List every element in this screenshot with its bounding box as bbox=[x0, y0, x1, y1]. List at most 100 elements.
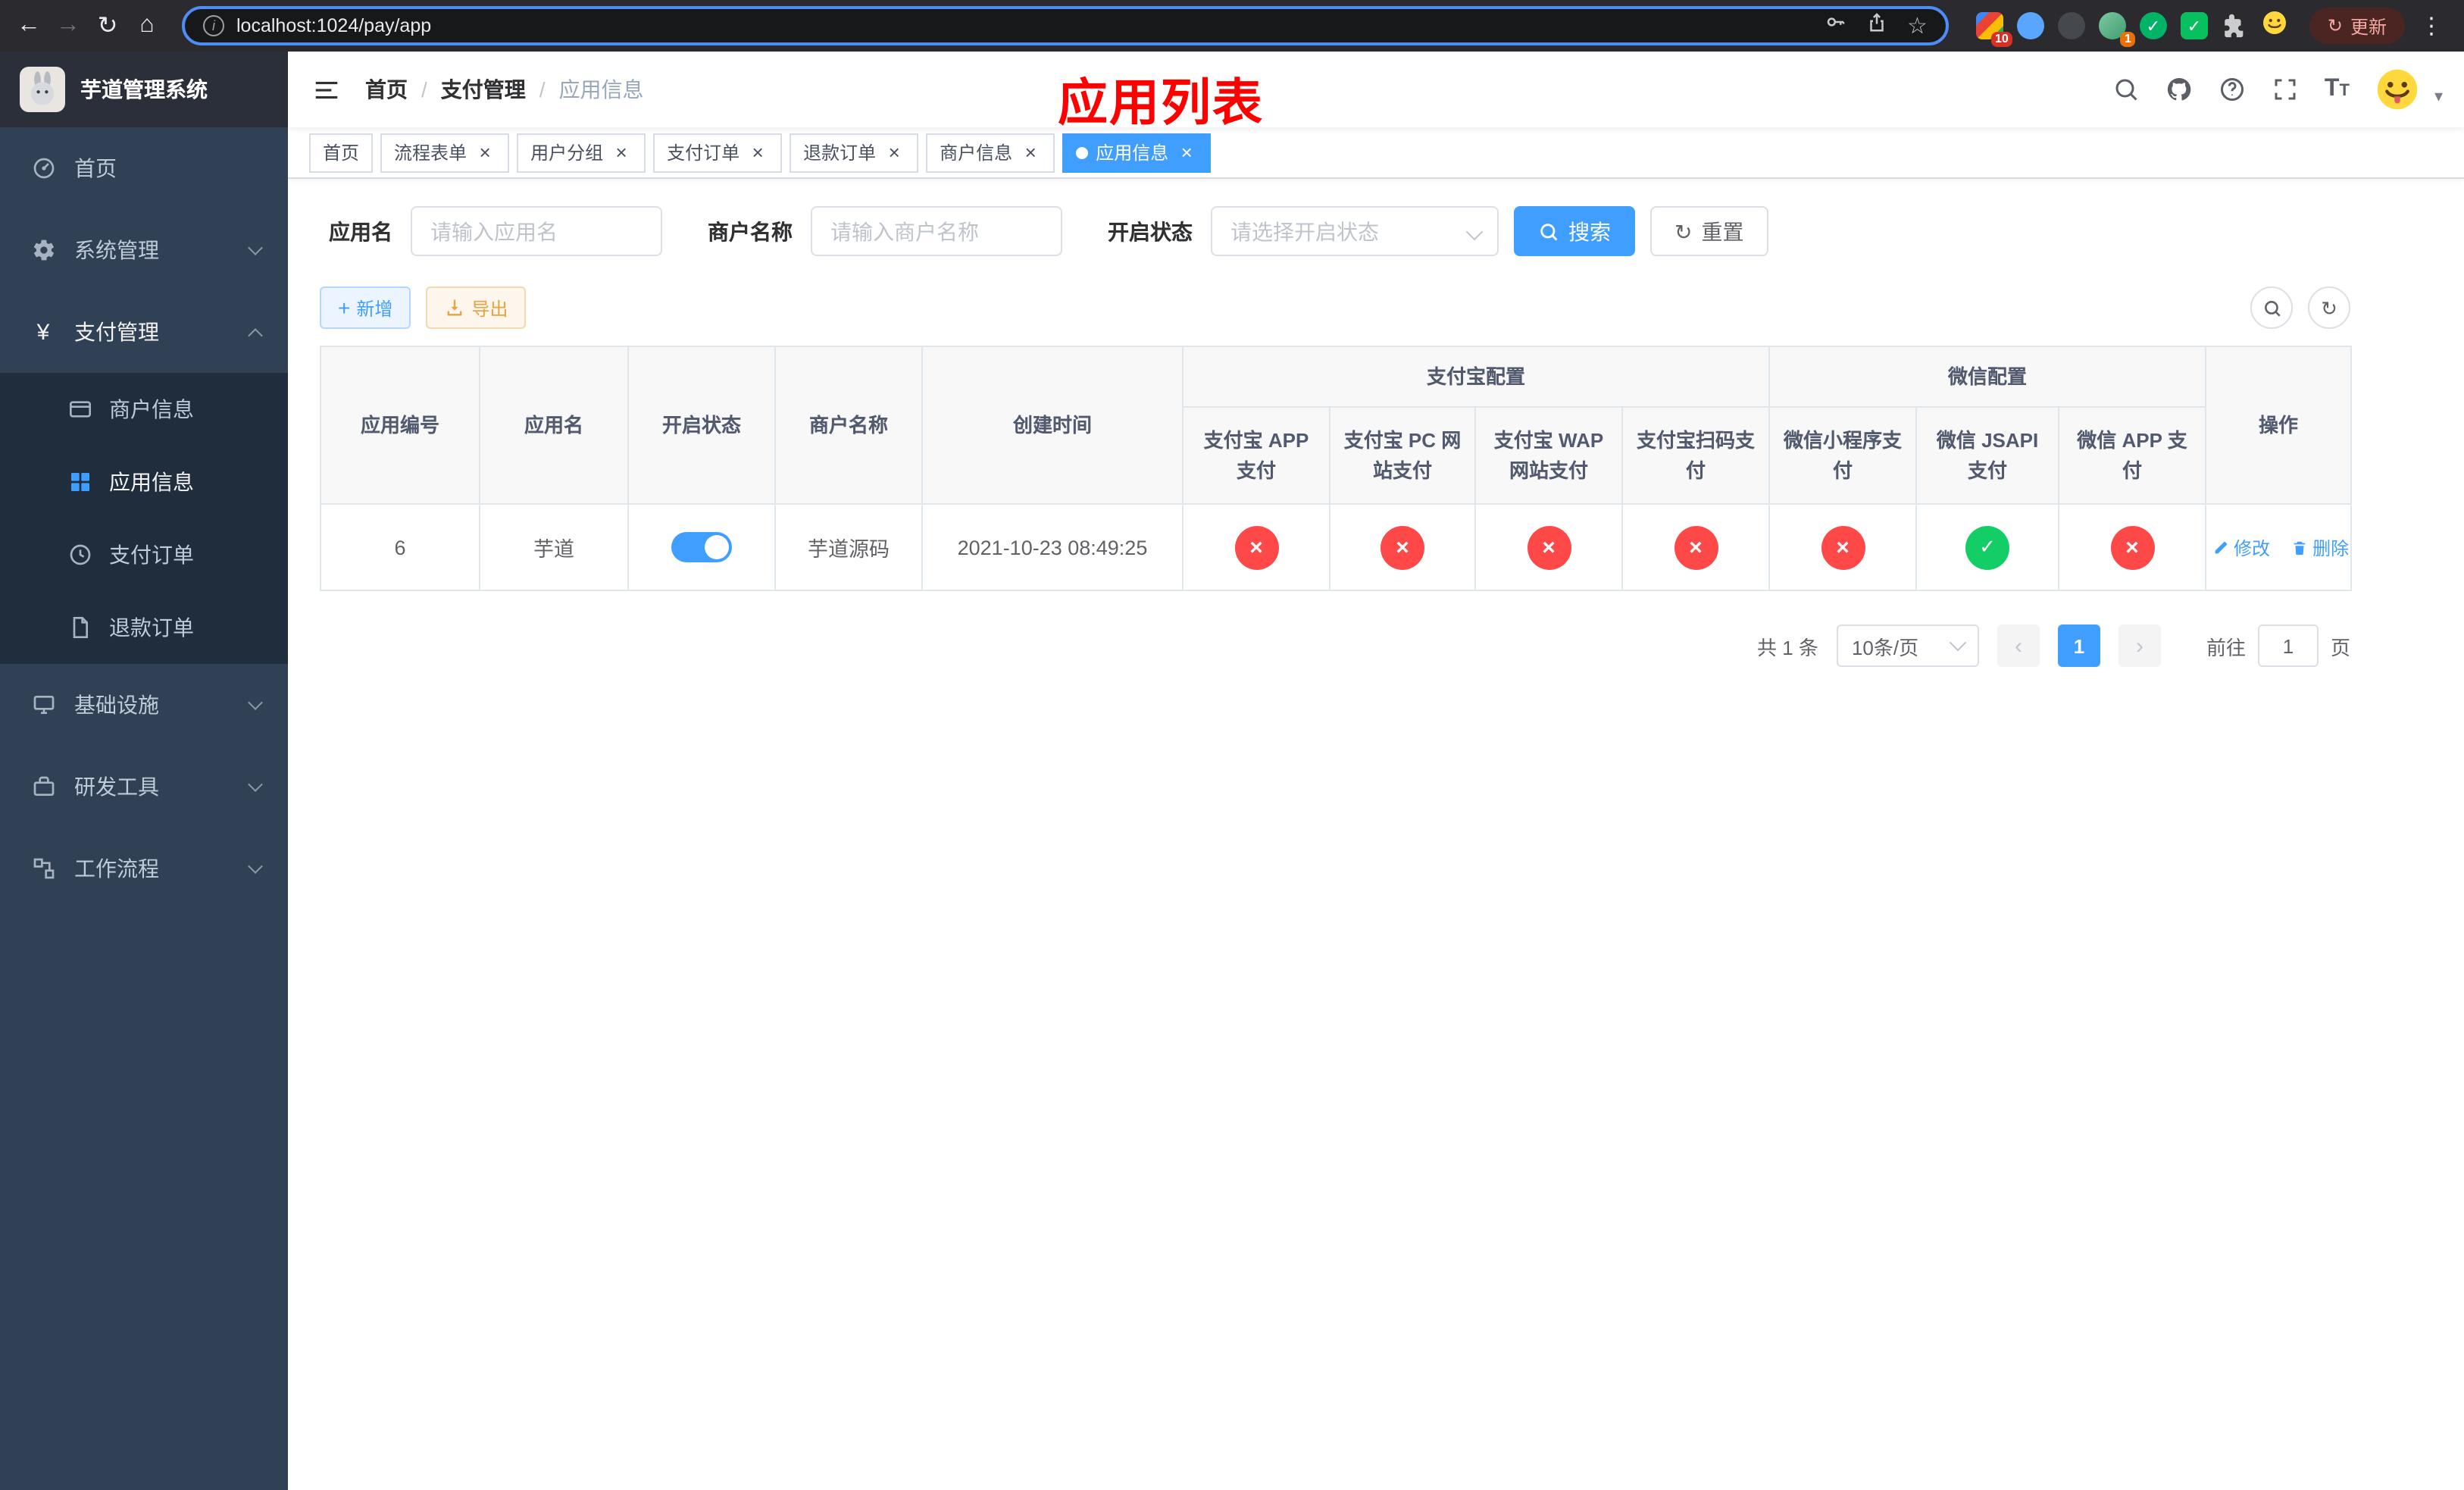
app-name-input[interactable] bbox=[411, 206, 662, 256]
github-icon[interactable] bbox=[2165, 76, 2193, 103]
sidebar-item-pay-orders[interactable]: 支付订单 bbox=[0, 518, 288, 591]
toggle-search-button[interactable] bbox=[2250, 286, 2293, 329]
cell-merchant: 芋道源码 bbox=[774, 503, 923, 591]
url-text[interactable]: localhost:1024/pay/app bbox=[236, 15, 1813, 36]
sidebar-item-system[interactable]: 系统管理 bbox=[0, 209, 288, 291]
cell-app-name: 芋道 bbox=[479, 503, 629, 591]
goto-label: 前往 bbox=[2206, 636, 2246, 659]
merchant-name-input[interactable] bbox=[811, 206, 1062, 256]
cell-alipay-app bbox=[1182, 503, 1330, 591]
page-number-1[interactable]: 1 bbox=[2057, 624, 2100, 667]
gear-icon bbox=[30, 237, 56, 263]
tab-merchant-info[interactable]: 商户信息 × bbox=[926, 133, 1055, 172]
sidebar-item-label: 研发工具 bbox=[74, 775, 159, 799]
tabs-bar: 首页 流程表单 × 用户分组 × 支付订单 × 退款订单 × 商户信息 × 应用… bbox=[288, 127, 2464, 179]
edit-button[interactable]: 修改 bbox=[2212, 534, 2270, 560]
add-button[interactable]: + 新增 bbox=[320, 286, 411, 329]
goto-unit: 页 bbox=[2330, 636, 2350, 659]
sidebar-item-payment[interactable]: ¥ 支付管理 bbox=[0, 291, 288, 373]
next-page-button[interactable]: › bbox=[2118, 624, 2161, 667]
breadcrumb-item-home[interactable]: 首页 bbox=[365, 74, 408, 105]
fullscreen-icon[interactable] bbox=[2272, 76, 2299, 103]
extension-icon-6[interactable]: ✓ bbox=[2180, 12, 2208, 39]
wx-app-status-icon bbox=[2110, 525, 2155, 569]
chevron-down-icon bbox=[1465, 223, 1484, 241]
tab-close-icon[interactable]: × bbox=[611, 142, 632, 163]
address-bar[interactable]: i localhost:1024/pay/app ☆ bbox=[182, 6, 1949, 45]
col-header-wx-lite: 微信小程序支付 bbox=[1768, 406, 1918, 505]
tab-app-info[interactable]: 应用信息 × bbox=[1062, 133, 1212, 172]
sidebar-logo-bar[interactable]: 芋道管理系统 bbox=[0, 52, 288, 127]
sidebar-item-app-info[interactable]: 应用信息 bbox=[0, 446, 288, 518]
add-button-label: 新增 bbox=[356, 298, 393, 319]
header-search-icon[interactable] bbox=[2112, 76, 2140, 103]
browser-back-button[interactable]: ← bbox=[9, 6, 48, 45]
bookmark-star-icon[interactable]: ☆ bbox=[1907, 12, 1928, 39]
browser-reload-button[interactable]: ↻ bbox=[88, 6, 127, 45]
sidebar-item-refund-orders[interactable]: 退款订单 bbox=[0, 591, 288, 664]
emoji-extension-icon[interactable] bbox=[2261, 8, 2288, 43]
sidebar-item-merchant-info[interactable]: 商户信息 bbox=[0, 373, 288, 446]
tab-refund-orders[interactable]: 退款订单 × bbox=[790, 133, 919, 172]
sidebar-menu: 首页 系统管理 ¥ 支付管理 商户信息 应用信息 支付订单 退款订单 基础设施 … bbox=[0, 127, 288, 909]
breadcrumb-item-payment[interactable]: 支付管理 bbox=[441, 74, 526, 105]
sidebar-item-workflow[interactable]: 工作流程 bbox=[0, 828, 288, 909]
extension-icon-3[interactable] bbox=[2057, 12, 2085, 39]
tab-close-icon[interactable]: × bbox=[1020, 142, 1041, 163]
total-count: 共 1 条 bbox=[1757, 636, 1818, 659]
font-size-icon[interactable]: TT bbox=[2325, 76, 2350, 103]
hamburger-icon[interactable] bbox=[288, 52, 365, 127]
browser-home-button[interactable]: ⌂ bbox=[127, 6, 167, 45]
tab-close-icon[interactable]: × bbox=[747, 142, 768, 163]
sidebar-item-infrastructure[interactable]: 基础设施 bbox=[0, 664, 288, 746]
browser-update-button[interactable]: ↻ 更新 bbox=[2309, 8, 2405, 44]
col-header-alipay-qr: 支付宝扫码支付 bbox=[1621, 406, 1771, 505]
extension-icon-5[interactable]: ✓ bbox=[2139, 12, 2167, 39]
browser-menu-icon[interactable]: ⋮ bbox=[2414, 12, 2449, 39]
help-icon[interactable] bbox=[2219, 76, 2246, 103]
share-icon[interactable] bbox=[1866, 11, 1889, 41]
reset-button[interactable]: ↻ 重置 bbox=[1650, 206, 1768, 256]
chevron-down-icon bbox=[248, 240, 263, 255]
site-info-icon[interactable]: i bbox=[203, 15, 224, 36]
tab-close-icon[interactable]: × bbox=[883, 142, 905, 163]
sidebar-item-home[interactable]: 首页 bbox=[0, 127, 288, 209]
tab-pay-orders[interactable]: 支付订单 × bbox=[653, 133, 783, 172]
alipay-wap-status-icon bbox=[1527, 525, 1571, 569]
extension-icon-2[interactable] bbox=[2016, 12, 2044, 39]
status-select-placeholder: 请选择开启状态 bbox=[1230, 219, 1379, 243]
enabled-toggle[interactable] bbox=[671, 532, 732, 562]
sidebar-item-label: 支付管理 bbox=[74, 320, 159, 344]
delete-button[interactable]: 删除 bbox=[2291, 534, 2349, 560]
workflow-icon bbox=[30, 856, 56, 881]
col-group-alipay: 支付宝配置 bbox=[1181, 346, 1771, 408]
goto-page-input[interactable] bbox=[2257, 624, 2319, 667]
cell-wx-app bbox=[2058, 503, 2207, 591]
sidebar-item-dev-tools[interactable]: 研发工具 bbox=[0, 746, 288, 828]
status-select[interactable]: 请选择开启状态 bbox=[1211, 206, 1499, 256]
tab-home[interactable]: 首页 bbox=[309, 133, 374, 172]
avatar-caret-icon[interactable]: ▾ bbox=[2434, 86, 2443, 112]
extensions-puzzle-icon[interactable] bbox=[2222, 13, 2247, 39]
page-size-select[interactable]: 10条/页 bbox=[1836, 624, 1979, 667]
prev-page-button[interactable]: ‹ bbox=[1997, 624, 2040, 667]
tab-user-group[interactable]: 用户分组 × bbox=[517, 133, 646, 172]
browser-forward-button[interactable]: → bbox=[48, 6, 88, 45]
user-avatar[interactable] bbox=[2375, 67, 2421, 112]
extension-icon-4[interactable]: 1 bbox=[2098, 12, 2135, 47]
col-header-alipay-wap: 支付宝 WAP 网站支付 bbox=[1474, 406, 1623, 505]
browser-chrome: ← → ↻ ⌂ i localhost:1024/pay/app ☆ 10 1 … bbox=[0, 0, 2464, 52]
edit-button-label: 修改 bbox=[2234, 537, 2271, 559]
tab-process-form[interactable]: 流程表单 × bbox=[380, 133, 510, 172]
search-button[interactable]: 搜索 bbox=[1514, 206, 1635, 256]
refresh-table-button[interactable]: ↻ bbox=[2308, 286, 2350, 329]
table-row: 6 芋道 芋道源码 2021-10-23 08:49:25 × × × × × … bbox=[320, 503, 2353, 591]
page-content: 应用名 商户名称 开启状态 请选择开启状态 bbox=[288, 179, 2464, 1490]
export-button[interactable]: 导出 bbox=[426, 286, 527, 329]
tab-close-icon[interactable]: × bbox=[474, 142, 496, 163]
plus-icon: + bbox=[338, 296, 351, 320]
refresh-icon: ↻ bbox=[2321, 296, 2337, 319]
password-key-icon[interactable] bbox=[1825, 11, 1848, 41]
extension-icon-1[interactable]: 10 bbox=[1975, 12, 2012, 47]
tab-close-icon[interactable]: × bbox=[1176, 142, 1197, 163]
